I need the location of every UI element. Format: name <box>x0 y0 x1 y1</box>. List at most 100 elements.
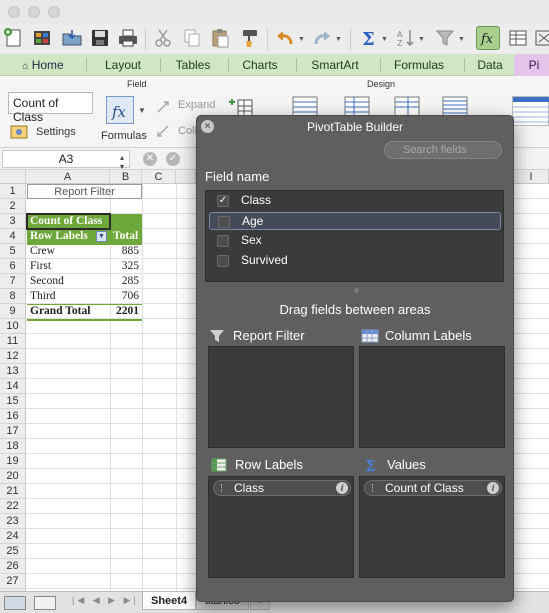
grand-total-label[interactable]: Grand Total <box>27 304 110 319</box>
column-header-c[interactable]: C <box>142 170 176 184</box>
report-filter-cell[interactable]: Report Filter <box>27 184 142 199</box>
pivot-style-preview[interactable] <box>512 96 549 126</box>
column-header-b[interactable]: B <box>110 170 142 184</box>
pivot-row-labels-header[interactable]: Row Labels ▼ <box>27 229 110 244</box>
field-checkbox[interactable] <box>217 255 229 267</box>
row-header[interactable]: 2 <box>0 199 26 214</box>
normal-view-icon[interactable] <box>4 596 26 610</box>
row-labels-filter-dropdown-icon[interactable]: ▼ <box>96 231 107 242</box>
page-layout-view-icon[interactable] <box>34 596 56 610</box>
tab-data[interactable]: Data <box>466 54 514 76</box>
row-labels-drop-area[interactable]: Class i <box>208 476 354 578</box>
values-drop-area[interactable]: Count of Class i <box>359 476 505 578</box>
cell-reference-box[interactable]: A3 <box>2 150 130 168</box>
undo-icon[interactable] <box>273 26 297 50</box>
pivot-total-header[interactable]: Total <box>110 229 142 244</box>
copy-icon[interactable] <box>180 26 204 50</box>
field-item-age[interactable]: Age <box>209 212 501 230</box>
tab-charts[interactable]: Charts <box>230 54 290 76</box>
close-window-button[interactable] <box>8 6 20 18</box>
row-header[interactable]: 12 <box>0 349 26 364</box>
field-item-class[interactable]: ✓ Class <box>209 192 501 210</box>
collapse-button[interactable]: Coll <box>178 125 197 137</box>
tab-smartart[interactable]: SmartArt <box>298 54 372 76</box>
open-folder-icon[interactable] <box>60 26 84 50</box>
row-header[interactable]: 13 <box>0 364 26 379</box>
pivot-field-name-input[interactable]: Count of Class <box>8 92 93 124</box>
field-checkbox[interactable] <box>217 235 229 247</box>
cancel-icon[interactable]: ✕ <box>143 152 157 166</box>
field-item-sex[interactable]: Sex <box>209 232 501 250</box>
redo-icon[interactable] <box>310 26 334 50</box>
autosum-icon[interactable]: Σ <box>356 26 380 50</box>
formulas-button[interactable]: Formulas <box>101 130 147 142</box>
cut-icon[interactable] <box>151 26 175 50</box>
row-header[interactable]: 24 <box>0 529 26 544</box>
column-header-a[interactable]: A <box>26 170 110 184</box>
grand-total-value[interactable]: 2201 <box>110 304 142 319</box>
pivot-row-label[interactable]: Second <box>27 274 110 289</box>
field-item-survived[interactable]: Survived <box>209 252 501 270</box>
row-header[interactable]: 7 <box>0 274 26 289</box>
search-fields-input[interactable]: Search fields <box>384 141 502 159</box>
row-header[interactable]: 22 <box>0 499 26 514</box>
row-header[interactable]: 1 <box>0 184 26 199</box>
row-header[interactable]: 26 <box>0 559 26 574</box>
builder-close-icon[interactable]: × <box>201 120 214 133</box>
tab-tables[interactable]: Tables <box>162 54 224 76</box>
format-painter-icon[interactable] <box>238 26 262 50</box>
row-labels-field-pill[interactable]: Class i <box>213 480 351 496</box>
panel-resize-handle[interactable] <box>354 288 359 293</box>
settings-icon[interactable] <box>10 124 30 140</box>
settings-button[interactable]: Settings <box>36 126 76 138</box>
row-header[interactable]: 18 <box>0 439 26 454</box>
row-header[interactable]: 9 <box>0 304 26 319</box>
tab-home[interactable]: ⌂ Home <box>0 54 86 76</box>
pivot-row-value[interactable]: 706 <box>110 289 142 304</box>
pivot-row-label[interactable]: Crew <box>27 244 110 259</box>
row-header[interactable]: 23 <box>0 514 26 529</box>
pivot-row-label[interactable]: Third <box>27 289 110 304</box>
column-header-i[interactable]: I <box>514 170 549 184</box>
new-document-icon[interactable] <box>2 26 26 50</box>
row-header[interactable]: 10 <box>0 319 26 334</box>
expand-button[interactable]: Expand <box>178 99 215 111</box>
row-header[interactable]: 19 <box>0 454 26 469</box>
column-labels-drop-area[interactable] <box>359 346 505 448</box>
gallery-icon[interactable] <box>30 26 54 50</box>
sheet-tab-sheet4[interactable]: Sheet4 <box>142 592 197 610</box>
field-checkbox[interactable]: ✓ <box>217 195 229 207</box>
function-icon[interactable]: fx <box>476 26 500 50</box>
zoom-window-button[interactable] <box>48 6 60 18</box>
row-header[interactable]: 21 <box>0 484 26 499</box>
tab-pivottable[interactable]: Pi <box>514 54 549 76</box>
row-header[interactable]: 17 <box>0 424 26 439</box>
field-info-icon[interactable]: i <box>336 482 348 494</box>
row-header[interactable]: 20 <box>0 469 26 484</box>
pivot-row-label[interactable]: First <box>27 259 110 274</box>
row-header[interactable]: 14 <box>0 379 26 394</box>
cell-ref-stepper-icon[interactable]: ▴ ▾ <box>120 153 124 171</box>
paste-icon[interactable] <box>208 26 232 50</box>
sheet-scroll-arrows-icon[interactable]: |◀ ◀ ▶ ▶| <box>72 595 139 606</box>
pivot-row-value[interactable]: 325 <box>110 259 142 274</box>
report-filter-drop-area[interactable] <box>208 346 354 448</box>
enter-icon[interactable]: ✓ <box>166 152 180 166</box>
tab-layout[interactable]: Layout <box>88 54 158 76</box>
row-header[interactable]: 6 <box>0 259 26 274</box>
row-header[interactable]: 25 <box>0 544 26 559</box>
row-header[interactable]: 4 <box>0 229 26 244</box>
minimize-window-button[interactable] <box>28 6 40 18</box>
row-header[interactable]: 5 <box>0 244 26 259</box>
values-field-pill[interactable]: Count of Class i <box>364 480 502 496</box>
pivot-row-value[interactable]: 285 <box>110 274 142 289</box>
print-icon[interactable] <box>116 26 140 50</box>
select-all-corner[interactable] <box>0 170 26 184</box>
field-info-icon[interactable]: i <box>487 482 499 494</box>
row-header[interactable]: 11 <box>0 334 26 349</box>
more-toolbar-icon[interactable] <box>532 26 549 50</box>
pivot-data-header[interactable]: Count of Class <box>27 214 110 229</box>
pivot-row-value[interactable]: 885 <box>110 244 142 259</box>
sort-icon[interactable]: AZ <box>394 26 418 50</box>
field-checkbox[interactable] <box>218 216 230 228</box>
